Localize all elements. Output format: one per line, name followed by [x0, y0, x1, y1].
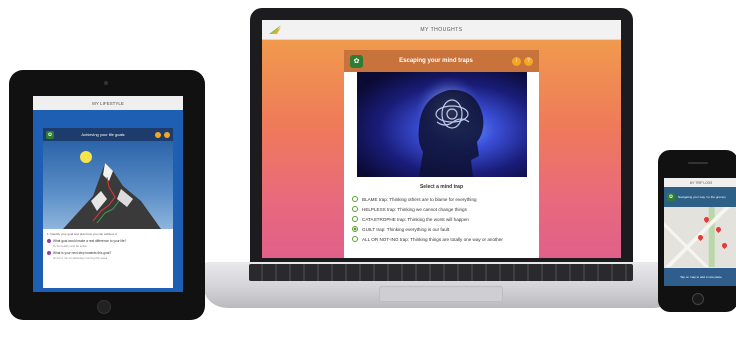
card-header: ✿ Achieving your life goals	[43, 128, 173, 141]
help-button[interactable]	[164, 131, 170, 138]
option-label: HELPLESS trap: Thinking we cannot change…	[362, 206, 467, 212]
laptop-app-title: MY THOUGHTS	[420, 26, 463, 33]
radio-button[interactable]	[352, 206, 358, 212]
answer-1[interactable]: To be healthy and be active	[53, 244, 169, 248]
radio-button[interactable]	[352, 196, 358, 202]
mountain-illustration	[63, 151, 161, 229]
tablet-app-bar: MY LIFESTYLE	[33, 96, 183, 110]
phone-app-bar: MY TRIP LOGS	[664, 178, 736, 187]
question-1: What goal would make a real difference t…	[47, 239, 169, 243]
mind-trap-prompt: Select a mind trap	[419, 184, 464, 190]
map-pin-icon[interactable]	[696, 233, 705, 242]
laptop-screen: MY THOUGHTS ✿ Escaping your mind traps i…	[262, 20, 621, 258]
question-1-text: What goal would make a real difference t…	[53, 239, 127, 243]
tablet-screen: MY LIFESTYLE ✿ Achieving your life goals	[33, 96, 183, 292]
brand-badge-icon: ✿	[350, 54, 363, 68]
brand-badge-icon: ✿	[667, 193, 675, 201]
mind-trap-option[interactable]: CATASTROPHE trap: Thinking the worst wil…	[352, 216, 531, 222]
tablet-app-title: MY LIFESTYLE	[92, 100, 124, 106]
hero-image	[356, 72, 527, 177]
help-button[interactable]: ?	[524, 56, 533, 66]
option-label: BLAME trap: Thinking others are to blame…	[362, 196, 477, 202]
card-header: ✿ Escaping your mind traps i ?	[344, 50, 539, 72]
trackpad	[379, 286, 503, 302]
mind-trap-option[interactable]: HELPLESS trap: Thinking we cannot change…	[352, 206, 531, 212]
info-button[interactable]: i	[512, 56, 521, 66]
radio-button[interactable]	[352, 236, 358, 242]
question-2: What is your next step towards this goal…	[47, 251, 169, 255]
option-label: CATASTROPHE trap: Thinking the worst wil…	[362, 216, 469, 222]
mind-trap-option[interactable]: ALL OR NOT-ING trap: Thinking things are…	[352, 236, 531, 242]
option-label: GUILT trap: Thinking everything is our f…	[362, 226, 450, 232]
question-2-text: What is your next step towards this goal…	[53, 251, 112, 255]
intro-text: 1. Identify your goal and plan how you c…	[47, 232, 117, 236]
mind-trap-options: BLAME trap: Thinking others are to blame…	[352, 196, 531, 242]
keyboard	[249, 264, 633, 281]
brand-badge-icon: ✿	[46, 130, 54, 139]
home-button[interactable]	[692, 293, 704, 305]
option-label: ALL OR NOT-ING trap: Thinking things are…	[362, 236, 503, 242]
map-footer: Tap on map to add a new place	[664, 268, 736, 286]
phone-screen: MY TRIP LOGS ✿ Navigating your way / to …	[664, 178, 736, 286]
card-body: Select a mind trap BLAME trap: Thinking …	[344, 177, 539, 250]
mind-traps-card: ✿ Escaping your mind traps i ? Select a …	[344, 50, 539, 258]
question-icon	[47, 251, 51, 255]
card-body: 1. Identify your goal and plan how you c…	[43, 229, 173, 263]
card-title: Achieving your life goals	[81, 132, 125, 137]
phone: MY TRIP LOGS ✿ Navigating your way / to …	[658, 150, 736, 312]
mind-trap-option[interactable]: GUILT trap: Thinking everything is our f…	[352, 226, 531, 232]
head-illustration	[414, 76, 483, 177]
laptop-app-bar: MY THOUGHTS	[262, 20, 621, 40]
radio-button-selected[interactable]	[352, 226, 358, 232]
map-pin-icon[interactable]	[702, 215, 711, 224]
card-header: ✿ Navigating your way / to the grocery	[664, 187, 736, 207]
mind-trap-option[interactable]: BLAME trap: Thinking others are to blame…	[352, 196, 531, 202]
radio-button[interactable]	[352, 216, 358, 222]
map-pin-icon[interactable]	[714, 225, 723, 234]
app-logo-icon	[269, 25, 281, 34]
mountain-image	[43, 141, 173, 229]
tablet: MY LIFESTYLE ✿ Achieving your life goals	[9, 70, 205, 320]
speaker	[688, 162, 708, 164]
info-button[interactable]	[155, 131, 161, 138]
home-button[interactable]	[97, 300, 111, 314]
question-icon	[47, 239, 51, 243]
map-pin-icon[interactable]	[720, 241, 729, 250]
answer-2[interactable]: Go for a run on Saturday morning this we…	[53, 256, 169, 260]
card-title: Escaping your mind traps	[399, 58, 473, 64]
laptop: MY THOUGHTS ✿ Escaping your mind traps i…	[250, 8, 633, 266]
camera	[104, 81, 108, 85]
laptop-base	[204, 262, 678, 308]
phone-app-title: MY TRIP LOGS	[689, 180, 713, 185]
card-title: Navigating your way / to the grocery	[678, 195, 726, 199]
map-view[interactable]	[664, 207, 736, 267]
life-goals-card: ✿ Achieving your life goals 1. Identify …	[43, 128, 173, 288]
